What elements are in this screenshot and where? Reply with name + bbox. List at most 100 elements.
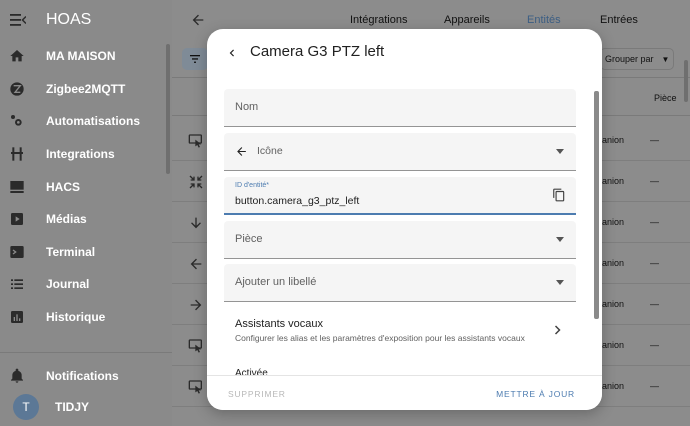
sidebar-item-zigbee2mqtt[interactable]: Zigbee2MQTT <box>0 73 172 106</box>
user-name: TIDJY <box>55 400 90 415</box>
row-integration: anion <box>602 176 625 186</box>
sidebar-item-ma-maison[interactable]: MA MAISON <box>0 40 172 73</box>
sidebar-item-label: Terminal <box>46 244 96 259</box>
copy-icon[interactable] <box>552 188 566 202</box>
sidebar-item-medias[interactable]: Médias <box>0 203 172 236</box>
name-field-label: Nom <box>235 101 259 113</box>
touch-icon <box>188 338 204 354</box>
row-piece: — <box>650 381 659 391</box>
sidebar-item-automatisations[interactable]: Automatisations <box>0 105 172 138</box>
sidebar-item-label: Automatisations <box>46 114 141 129</box>
sidebar-divider <box>0 352 172 353</box>
sidebar-item-integrations[interactable]: Integrations <box>0 138 172 171</box>
sidebar-item-label: Médias <box>46 212 87 227</box>
row-piece: — <box>650 258 659 268</box>
update-button[interactable]: METTRE À JOUR <box>496 389 575 399</box>
chart-icon <box>9 309 25 325</box>
voice-assistants-subtitle: Configurer les alias et les paramètres d… <box>235 333 525 343</box>
arrow-left-icon <box>188 256 204 272</box>
terminal-icon <box>9 244 25 260</box>
touch-icon <box>188 133 204 149</box>
dialog-title: Camera G3 PTZ left <box>250 43 385 60</box>
sidebar-item-label: Journal <box>46 277 90 292</box>
entity-id-label: ID d'entité* <box>235 182 270 189</box>
avatar: T <box>13 394 39 421</box>
caret-down-icon <box>556 280 564 285</box>
row-integration: anion <box>602 217 625 227</box>
voice-assistants-row[interactable]: Assistants vocaux Configurer les alias e… <box>224 306 576 346</box>
sidebar-item-label: Zigbee2MQTT <box>46 81 126 96</box>
sidebar-scrollbar[interactable] <box>166 44 170 174</box>
label-select[interactable]: Ajouter un libellé <box>224 264 576 302</box>
robot-icon <box>9 113 25 129</box>
icon-picker[interactable]: Icône <box>224 133 576 171</box>
sidebar-item-label: Integrations <box>46 147 115 162</box>
sidebar-item-historique[interactable]: Historique <box>0 301 172 334</box>
bell-icon <box>9 368 25 384</box>
row-piece: — <box>650 340 659 350</box>
row-integration: anion <box>602 135 625 145</box>
dialog-footer: SUPPRIMER METTRE À JOUR <box>207 375 602 410</box>
entity-id-value[interactable]: button.camera_g3_ptz_left <box>235 195 359 207</box>
sidebar-header: HOAS <box>0 0 172 40</box>
home-icon <box>9 48 25 64</box>
filter-icon <box>190 55 200 63</box>
row-piece: — <box>650 176 659 186</box>
caret-down-icon <box>556 237 564 242</box>
main-scrollbar[interactable] <box>684 60 688 102</box>
tab-integrations[interactable]: Intégrations <box>350 14 407 26</box>
group-by-button[interactable]: Grouper par ▼ <box>600 48 674 70</box>
row-piece: — <box>650 299 659 309</box>
caret-down-icon: ▼ <box>661 54 670 64</box>
arrow-right-icon <box>188 297 204 313</box>
entity-settings-dialog: Camera G3 PTZ left Nom Icône ID d'entité… <box>207 29 602 410</box>
entity-id-field[interactable]: ID d'entité* button.camera_g3_ptz_left <box>224 177 576 215</box>
sidebar-item-journal[interactable]: Journal <box>0 268 172 301</box>
row-piece: — <box>650 135 659 145</box>
sidebar-item-label: Notifications <box>46 369 119 384</box>
row-integration: anion <box>602 381 625 391</box>
row-integration: anion <box>602 299 625 309</box>
menu-icon[interactable] <box>10 13 27 27</box>
sidebar-item-terminal[interactable]: Terminal <box>0 236 172 269</box>
tab-devices[interactable]: Appareils <box>444 14 490 26</box>
collapse-icon <box>188 174 204 190</box>
icon-picker-label: Icône <box>257 145 283 157</box>
zigbee-icon <box>9 81 25 97</box>
column-header-piece[interactable]: Pièce <box>654 93 677 103</box>
sidebar-item-hacs[interactable]: HACS <box>0 170 172 203</box>
dialog-header: Camera G3 PTZ left <box>207 29 602 77</box>
sidebar-item-label: Historique <box>46 310 106 325</box>
sidebar-item-user[interactable]: T TIDJY <box>0 391 89 424</box>
list-icon <box>9 276 25 292</box>
sidebar: HOAS MA MAISON Zigbee2MQTT Automatisatio… <box>0 0 172 426</box>
arrow-left-icon <box>235 145 248 158</box>
sidebar-item-label: HACS <box>46 179 81 194</box>
area-select-label: Pièce <box>235 233 263 245</box>
area-select[interactable]: Pièce <box>224 221 576 259</box>
sidebar-title: HOAS <box>46 11 92 28</box>
sidebar-item-notifications[interactable]: Notifications <box>0 360 119 393</box>
hacs-icon <box>9 179 25 195</box>
dialog-scrollbar[interactable] <box>594 91 599 319</box>
arrow-down-icon <box>188 215 204 231</box>
sidebar-item-label: MA MAISON <box>46 49 116 64</box>
row-integration: anion <box>602 258 625 268</box>
row-piece: — <box>650 217 659 227</box>
play-icon <box>9 211 25 227</box>
group-by-label: Grouper par <box>605 54 654 64</box>
chevron-left-icon[interactable] <box>225 46 239 60</box>
caret-down-icon <box>556 149 564 154</box>
tab-entries[interactable]: Entrées <box>600 14 638 26</box>
row-integration: anion <box>602 340 625 350</box>
back-arrow-icon[interactable] <box>190 12 206 28</box>
chevron-right-icon <box>554 323 562 335</box>
voice-assistants-title: Assistants vocaux <box>235 318 324 330</box>
filter-button[interactable] <box>182 48 208 70</box>
tab-entities[interactable]: Entités <box>527 14 561 26</box>
label-select-label: Ajouter un libellé <box>235 276 317 288</box>
integrations-icon <box>9 146 25 162</box>
touch-icon <box>188 379 204 395</box>
name-field[interactable]: Nom <box>224 89 576 127</box>
delete-button[interactable]: SUPPRIMER <box>228 389 286 399</box>
